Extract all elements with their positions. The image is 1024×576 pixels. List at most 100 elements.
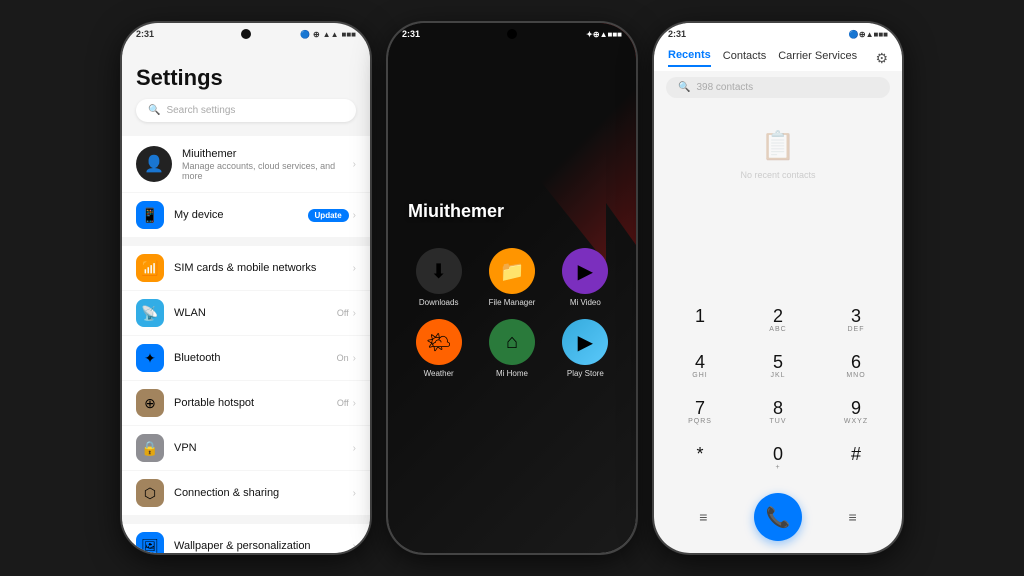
phone-dialer: 2:31 🔵⊕▲■■■ Recents Contacts Carrier Ser… bbox=[654, 23, 902, 553]
bluetooth-item[interactable]: ✦ Bluetooth On › bbox=[122, 336, 370, 380]
dialer-actions: ≡ 📞 ≡ bbox=[654, 485, 902, 553]
launcher-app-name: Miuithemer bbox=[408, 201, 636, 222]
app-label-playstore: Play Store bbox=[567, 369, 604, 378]
bluetooth-icon: ✦ bbox=[136, 344, 164, 372]
wallpaper-item[interactable]: 🖼 Wallpaper & personalization › bbox=[122, 524, 370, 553]
dial-key-7[interactable]: 7 PQRS bbox=[662, 391, 738, 435]
dial-letters-7: PQRS bbox=[688, 418, 712, 427]
wlan-right: Off › bbox=[337, 308, 356, 319]
search-count: 398 contacts bbox=[696, 82, 753, 93]
dial-num-1: 1 bbox=[695, 307, 705, 325]
app-icon-mivideo: ▶ bbox=[562, 248, 608, 294]
vpn-text: VPN bbox=[174, 442, 343, 454]
dial-key-6[interactable]: 6 MNO bbox=[818, 345, 894, 389]
tab-contacts[interactable]: Contacts bbox=[723, 50, 766, 66]
hotspot-text: Portable hotspot bbox=[174, 397, 327, 409]
chevron-hotspot: › bbox=[353, 398, 356, 409]
app-item-mivideo[interactable]: ▶ Mi Video bbox=[555, 248, 616, 307]
update-badge[interactable]: Update bbox=[308, 209, 349, 222]
action-right[interactable]: ≡ bbox=[837, 501, 869, 533]
app-icon-weather: 🌤 bbox=[416, 319, 462, 365]
dial-key-1[interactable]: 1 bbox=[662, 299, 738, 343]
search-bar[interactable]: 🔍 Search settings bbox=[136, 99, 356, 122]
wallpaper-text: Wallpaper & personalization bbox=[174, 540, 343, 552]
profile-name: Miuithemer bbox=[182, 148, 343, 160]
app-item-mihome[interactable]: ⌂ Mi Home bbox=[481, 319, 542, 378]
app-grid: ⬇ Downloads 📁 File Manager ▶ Mi Video bbox=[388, 232, 636, 394]
dial-key-5[interactable]: 5 JKL bbox=[740, 345, 816, 389]
tab-carrier[interactable]: Carrier Services bbox=[778, 50, 857, 66]
sim-text: SIM cards & mobile networks bbox=[174, 262, 343, 274]
wlan-icon: 📡 bbox=[136, 299, 164, 327]
search-placeholder: Search settings bbox=[166, 105, 235, 116]
sim-item[interactable]: 📶 SIM cards & mobile networks › bbox=[122, 246, 370, 290]
status-bar-1: 2:31 🔵⊕▲▲■■■ bbox=[122, 23, 370, 41]
vpn-item[interactable]: 🔒 VPN › bbox=[122, 426, 370, 470]
dial-num-0: 0 bbox=[773, 445, 783, 463]
status-bar-3: 2:31 🔵⊕▲■■■ bbox=[654, 23, 902, 41]
bluetooth-right: On › bbox=[337, 353, 356, 364]
chevron-sim: › bbox=[353, 263, 356, 274]
vpn-icon: 🔒 bbox=[136, 434, 164, 462]
wlan-label: WLAN bbox=[174, 307, 327, 319]
sharing-text: Connection & sharing bbox=[174, 487, 343, 499]
device-text: My device bbox=[174, 209, 298, 221]
app-item-playstore[interactable]: ▶ Play Store bbox=[555, 319, 616, 378]
profile-text: Miuithemer Manage accounts, cloud servic… bbox=[182, 148, 343, 181]
settings-content: 👤 Miuithemer Manage accounts, cloud serv… bbox=[122, 130, 370, 553]
dial-letters-0: + bbox=[775, 464, 780, 473]
app-item-downloads[interactable]: ⬇ Downloads bbox=[408, 248, 469, 307]
no-contacts-text: No recent contacts bbox=[740, 170, 815, 180]
dial-letters-5: JKL bbox=[770, 372, 785, 381]
settings-header: Settings 🔍 Search settings bbox=[122, 41, 370, 130]
dial-letters-4: GHI bbox=[692, 372, 707, 381]
app-item-filemanager[interactable]: 📁 File Manager bbox=[481, 248, 542, 307]
dial-key-0[interactable]: 0 + bbox=[740, 437, 816, 481]
sharing-item[interactable]: ⬡ Connection & sharing › bbox=[122, 471, 370, 515]
dial-key-*[interactable]: * bbox=[662, 437, 738, 481]
tab-recents[interactable]: Recents bbox=[668, 49, 711, 67]
bluetooth-status: On bbox=[337, 353, 349, 363]
hotspot-label: Portable hotspot bbox=[174, 397, 327, 409]
contacts-search[interactable]: 🔍 398 contacts bbox=[666, 77, 890, 98]
dial-key-4[interactable]: 4 GHI bbox=[662, 345, 738, 389]
call-button[interactable]: 📞 bbox=[754, 493, 802, 541]
wallpaper-label: Wallpaper & personalization bbox=[174, 540, 343, 552]
profile-item[interactable]: 👤 Miuithemer Manage accounts, cloud serv… bbox=[122, 136, 370, 192]
action-left[interactable]: ≡ bbox=[687, 501, 719, 533]
bluetooth-label: Bluetooth bbox=[174, 352, 327, 364]
time-1: 2:31 bbox=[136, 29, 154, 39]
dialer-tabs: Recents Contacts Carrier Services ⚙ bbox=[654, 41, 902, 71]
dial-key-#[interactable]: # bbox=[818, 437, 894, 481]
chevron-sharing: › bbox=[353, 488, 356, 499]
app-icon-mihome: ⌂ bbox=[489, 319, 535, 365]
notch-3 bbox=[773, 29, 783, 39]
hotspot-item[interactable]: ⊕ Portable hotspot Off › bbox=[122, 381, 370, 425]
sharing-label: Connection & sharing bbox=[174, 487, 343, 499]
app-item-weather[interactable]: 🌤 Weather bbox=[408, 319, 469, 378]
device-icon: 📱 bbox=[136, 201, 164, 229]
dial-key-9[interactable]: 9 WXYZ bbox=[818, 391, 894, 435]
hotspot-right: Off › bbox=[337, 398, 356, 409]
gear-icon[interactable]: ⚙ bbox=[875, 50, 888, 67]
dial-num-8: 8 bbox=[773, 399, 783, 417]
dial-num-*: * bbox=[696, 445, 703, 463]
notch-2 bbox=[507, 29, 517, 39]
dial-num-6: 6 bbox=[851, 353, 861, 371]
notch-1 bbox=[241, 29, 251, 39]
dial-key-2[interactable]: 2 ABC bbox=[740, 299, 816, 343]
wlan-item[interactable]: 📡 WLAN Off › bbox=[122, 291, 370, 335]
dial-key-8[interactable]: 8 TUV bbox=[740, 391, 816, 435]
chevron-wlan: › bbox=[353, 308, 356, 319]
app-icon-downloads: ⬇ bbox=[416, 248, 462, 294]
dial-num-9: 9 bbox=[851, 399, 861, 417]
settings-title: Settings bbox=[136, 65, 356, 91]
chevron-device: › bbox=[353, 210, 356, 221]
chevron-bluetooth: › bbox=[353, 353, 356, 364]
phone-launcher: 2:31 ✦⊕▲■■■ Miuithemer ⬇ Downloads � bbox=[388, 23, 636, 553]
hotspot-status: Off bbox=[337, 398, 349, 408]
dial-letters-2: ABC bbox=[769, 326, 786, 335]
my-device-item[interactable]: 📱 My device Update › bbox=[122, 193, 370, 237]
dial-key-3[interactable]: 3 DEF bbox=[818, 299, 894, 343]
app-icon-playstore: ▶ bbox=[562, 319, 608, 365]
